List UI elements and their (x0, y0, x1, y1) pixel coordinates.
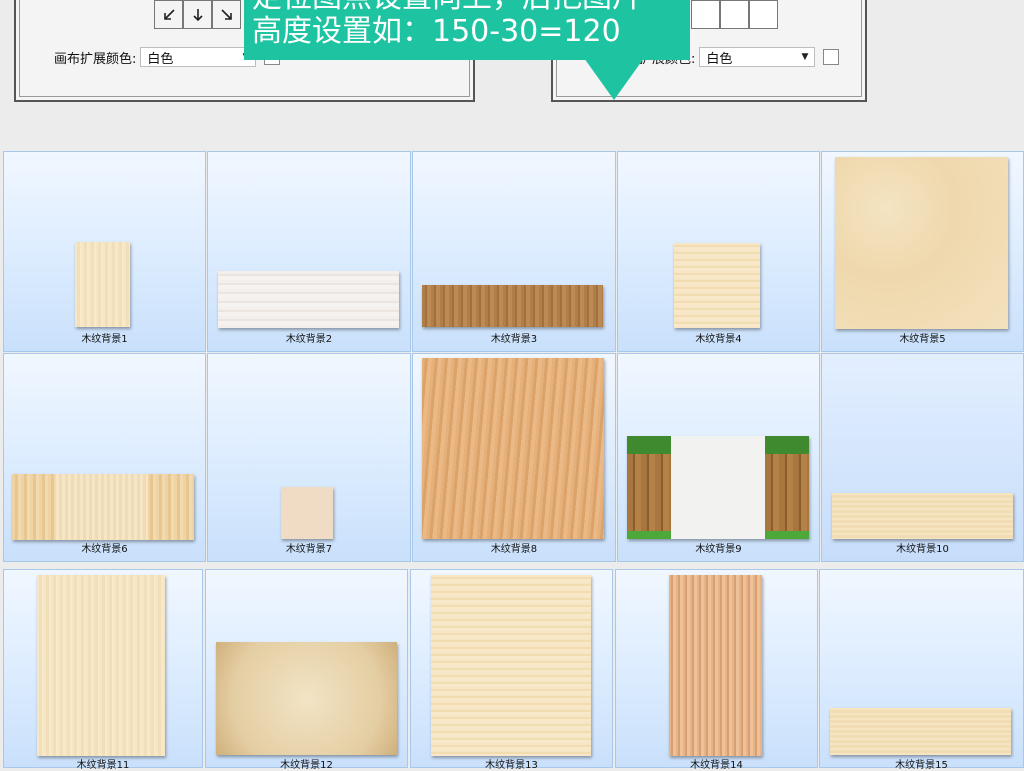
texture-thumbnail (218, 271, 399, 328)
gallery-tile[interactable]: 木纹背景12 (205, 569, 408, 771)
chevron-down-icon: ▼ (801, 52, 809, 62)
texture-panel (56, 474, 148, 540)
texture-thumbnail (674, 243, 760, 328)
tile-caption: 木纹背景9 (695, 544, 742, 555)
texture-thumbnail (12, 474, 194, 540)
gallery-tile[interactable]: 木纹背景8 (412, 353, 616, 562)
gallery-tile[interactable]: 木纹背景10 (821, 353, 1024, 562)
gallery-tile[interactable]: 木纹背景6 (3, 353, 206, 562)
gallery-tile[interactable]: 木纹背景7 (207, 353, 411, 562)
anchor-cell[interactable] (749, 0, 778, 29)
gallery-tile[interactable]: 木纹背景13 (410, 569, 613, 771)
arrow-down-icon[interactable] (183, 0, 212, 29)
anchor-grid (691, 0, 778, 29)
arrow-down-left-icon[interactable] (154, 0, 183, 29)
texture-thumbnail (216, 642, 397, 755)
texture-thumbnail (832, 493, 1013, 539)
texture-thumbnail (431, 575, 591, 756)
canvas-extension-color-label: 画布扩展颜色: (54, 51, 137, 67)
arrow-down-right-icon[interactable] (212, 0, 241, 29)
tile-caption: 木纹背景11 (76, 760, 130, 771)
color-swatch-checkbox[interactable] (823, 49, 840, 65)
gallery-tile[interactable]: 木纹背景9 (617, 353, 820, 562)
tile-caption: 木纹背景4 (695, 334, 742, 345)
canvas-extension-color-select[interactable]: 白色 ▼ (140, 47, 257, 67)
texture-thumbnail (281, 487, 333, 539)
tile-caption: 木纹背景5 (899, 334, 946, 345)
tile-caption: 木纹背景14 (690, 760, 743, 771)
anchor-grid (154, 0, 241, 29)
instruction-callout: 定位图点设置向上，后把图片 高度设置如：150-30=120 (244, 0, 690, 100)
texture-thumbnail (75, 242, 130, 327)
tile-caption: 木纹背景12 (280, 760, 333, 771)
callout-line-2: 高度设置如：150-30=120 (252, 14, 621, 49)
texture-thumbnail (627, 436, 809, 539)
texture-thumbnail (669, 575, 762, 756)
tile-caption: 木纹背景10 (896, 544, 949, 555)
gallery-tile[interactable]: 木纹背景1 (3, 151, 206, 352)
gallery-tile[interactable]: 木纹背景11 (3, 569, 203, 771)
tile-caption: 木纹背景13 (485, 760, 538, 771)
gallery-tile[interactable]: 木纹背景2 (207, 151, 411, 352)
gallery-tile[interactable]: 木纹背景15 (819, 569, 1024, 771)
texture-thumbnail (422, 285, 603, 327)
callout-pointer (584, 58, 644, 100)
select-value: 白色 (147, 51, 174, 67)
gallery-tile[interactable]: 木纹背景5 (821, 151, 1024, 352)
tile-caption: 木纹背景15 (895, 760, 948, 771)
tile-caption: 木纹背景3 (490, 334, 538, 345)
fence-image (627, 436, 671, 539)
anchor-cell[interactable] (691, 0, 720, 29)
tile-caption: 木纹背景6 (81, 544, 128, 555)
gallery-tile[interactable]: 木纹背景4 (617, 151, 820, 352)
fence-image (765, 436, 809, 539)
gallery-tile[interactable]: 木纹背景3 (412, 151, 616, 352)
anchor-cell[interactable] (720, 0, 749, 29)
tile-caption: 木纹背景2 (285, 334, 333, 345)
texture-thumbnail (830, 708, 1011, 755)
tile-caption: 木纹背景8 (490, 544, 538, 555)
texture-thumbnail (422, 358, 604, 539)
texture-thumbnail (37, 575, 165, 756)
canvas-extension-color-select[interactable]: 白色 ▼ (699, 47, 816, 67)
tile-caption: 木纹背景1 (81, 334, 128, 345)
texture-panel (671, 436, 765, 539)
gallery-tile[interactable]: 木纹背景14 (615, 569, 818, 771)
texture-thumbnail (835, 157, 1008, 329)
tile-caption: 木纹背景7 (285, 544, 333, 555)
select-value: 白色 (706, 51, 733, 67)
